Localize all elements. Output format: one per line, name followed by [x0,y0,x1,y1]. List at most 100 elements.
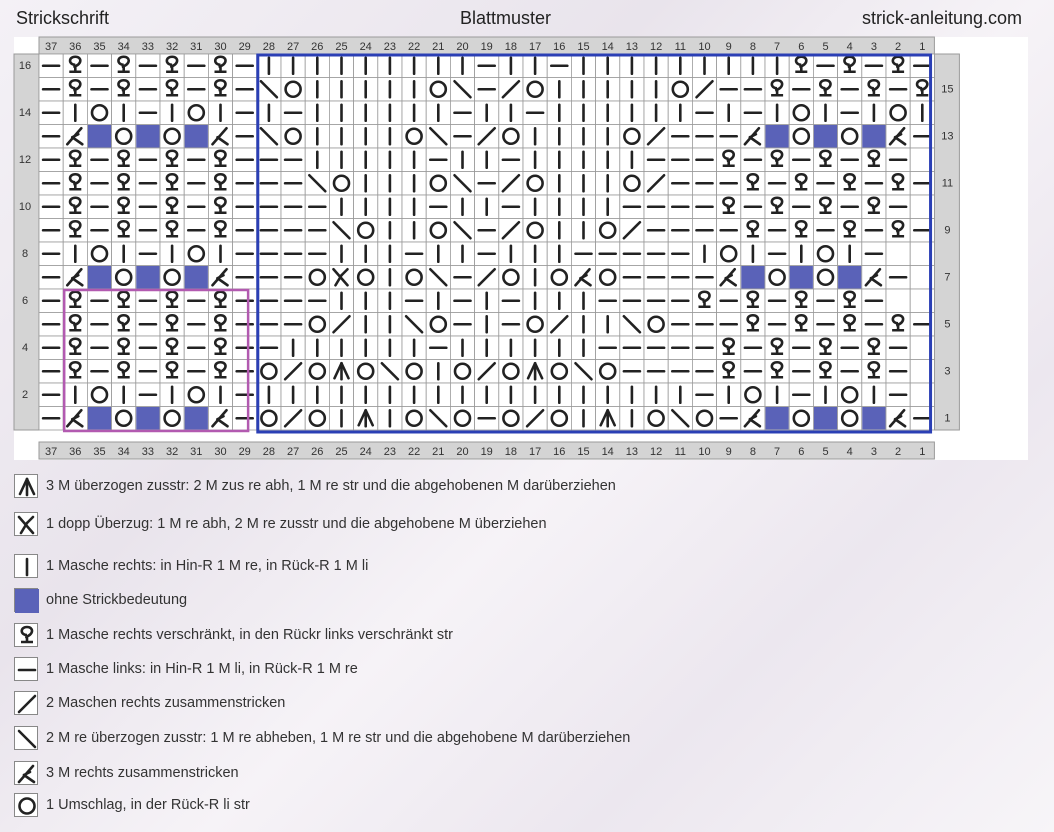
chart-cell [764,406,790,431]
chart-cell [304,171,330,196]
legend-label: 2 Maschen rechts zusammenstricken [46,695,286,711]
chart-cell [377,53,403,78]
chart-cell [813,171,839,196]
chart-cell [353,288,379,313]
chart-cell [304,406,330,431]
chart-cell [885,100,911,125]
chart-cell [280,124,306,149]
chart-cell [449,194,475,219]
row-number-left: 10 [19,201,31,213]
chart-cell [159,194,185,219]
column-number: 25 [335,41,347,53]
chart-cell [571,147,597,172]
chart-cell [449,288,475,313]
chart-cell [135,124,161,149]
column-number: 6 [798,446,804,458]
chart-cell [740,100,766,125]
column-number: 26 [311,41,323,53]
chart-cell [643,171,669,196]
chart-cell [87,124,113,149]
no-stitch-cell [87,125,112,148]
chart-cell [498,218,524,243]
chart-cell [764,288,790,313]
chart-cell [861,312,887,337]
no-stitch-cell [136,125,160,148]
legend-label: 2 M re überzogen zusstr: 1 M re abheben,… [46,730,631,746]
chart-cell [207,241,233,266]
chart-cell [788,312,814,337]
chart-cell [62,335,88,360]
chart-cell [377,265,403,290]
chart-cell [474,382,500,407]
chart-cell [377,194,403,219]
no-stitch-icon [14,588,39,613]
chart-cell [571,194,597,219]
chart-cell [401,241,427,266]
row-number-right: 3 [944,366,950,378]
chart-cell [837,147,863,172]
chart-cell [111,124,137,149]
no-stitch-cell [862,125,886,148]
chart-cell [837,53,863,78]
chart-cell [377,288,403,313]
chart-cell [159,265,185,290]
chart-cell [813,218,839,243]
chart-cell [716,124,742,149]
chart-cell [183,171,209,196]
column-number: 34 [118,446,130,458]
column-number: 7 [774,41,780,53]
chart-cell [667,335,693,360]
chart-cell [159,53,185,78]
twisted-knit-symbol [20,625,34,644]
chart-cell [498,265,524,290]
chart-cell [449,218,475,243]
chart-cell [740,241,766,266]
chart-cell [788,77,814,102]
chart-cell [546,359,572,384]
chart-cell [788,147,814,172]
chart-cell [619,124,645,149]
chart-cell [474,265,500,290]
legend-label: 3 M rechts zusammenstricken [46,765,239,781]
chart-cell [571,265,597,290]
chart-cell [692,77,718,102]
chart-cell [595,312,621,337]
chart-cell [401,147,427,172]
chart-cell [377,241,403,266]
chart-cell [425,265,451,290]
chart-cell [546,312,572,337]
chart-cell [813,241,839,266]
chart-cell [764,312,790,337]
chart-cell [328,288,354,313]
column-number: 33 [142,446,154,458]
column-number: 29 [239,41,251,53]
chart-cell [837,241,863,266]
chart-cell [304,335,330,360]
chart-cell [280,218,306,243]
chart-cell [401,265,427,290]
chart-cell [328,77,354,102]
chart-cell [474,124,500,149]
chart-cell [87,359,113,384]
chart-cell [764,77,790,102]
column-number: 19 [481,41,493,53]
chart-cell [38,359,64,384]
chart-cell [813,265,839,290]
chart-cell [87,194,113,219]
column-number: 34 [118,41,130,53]
chart-cell [207,77,233,102]
column-number: 37 [45,446,57,458]
chart-cell [183,147,209,172]
chart-cell [813,124,839,149]
row-number-right: 11 [942,178,953,190]
chart-cell [62,194,88,219]
chart-cell [425,171,451,196]
row-number-left: 12 [19,154,31,166]
column-number: 15 [577,41,589,53]
chart-cell [619,77,645,102]
chart-cell [135,312,161,337]
chart-cell [304,288,330,313]
chart-cell [449,100,475,125]
chart-cell [87,147,113,172]
no-stitch-cell [184,125,208,148]
